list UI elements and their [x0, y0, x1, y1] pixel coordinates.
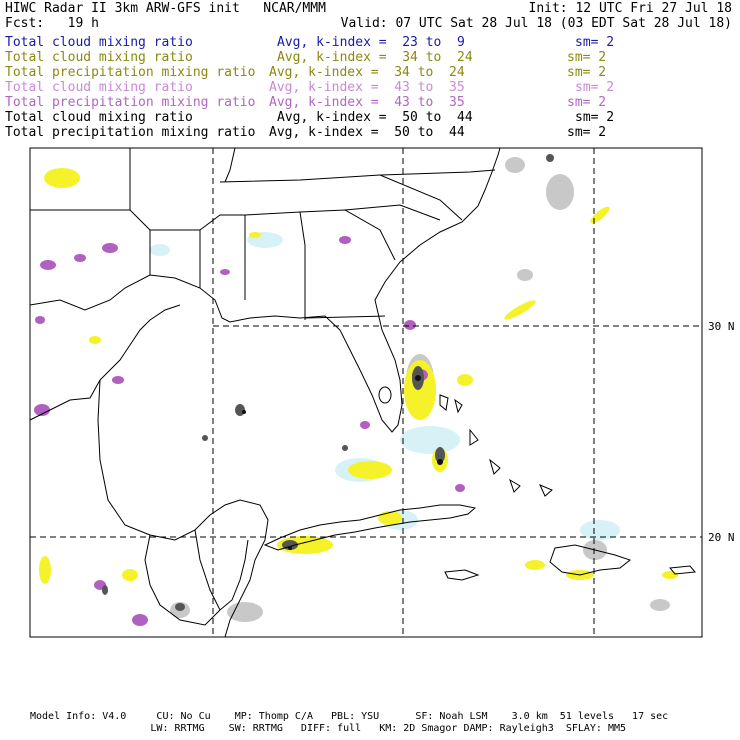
- model-info-line-1: Model Info: V4.0 CU: No Cu MP: Thomp C/A…: [30, 711, 669, 722]
- lat-label-20n: 20 N: [708, 531, 735, 544]
- model-info-line-2: LW: RRTMG SW: RRTMG DIFF: full KM: 2D Sm…: [30, 723, 627, 734]
- map-frame: [29, 147, 703, 638]
- lat-label-30n: 30 N: [708, 320, 735, 333]
- forecast-map: 30 N 20 N: [29, 147, 735, 638]
